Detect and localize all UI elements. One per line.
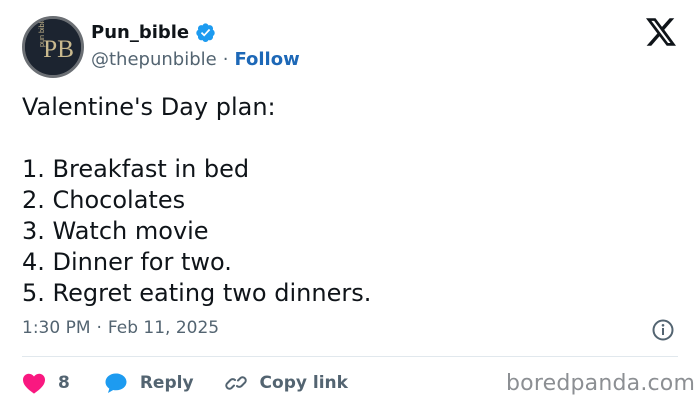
separator: · bbox=[222, 49, 229, 70]
copy-link-label: Copy link bbox=[259, 373, 348, 393]
reply-label: Reply bbox=[139, 373, 194, 393]
reply-button[interactable]: Reply bbox=[104, 372, 194, 394]
list-item: 3. Watch movie bbox=[22, 217, 209, 245]
tweet-time: 1:30 PM bbox=[22, 318, 91, 338]
name-row: Pun_bible bbox=[91, 22, 216, 43]
list-item: 5. Regret eating two dinners. bbox=[22, 279, 372, 307]
link-icon bbox=[224, 376, 247, 390]
x-logo-icon[interactable] bbox=[646, 18, 676, 46]
avatar[interactable]: pun bible PB bbox=[22, 16, 84, 78]
reply-bubble-icon bbox=[105, 373, 127, 393]
handle-row: @thepunbible · Follow bbox=[91, 49, 300, 70]
tweet-text: Valentine's Day plan: 1. Breakfast in be… bbox=[22, 92, 672, 309]
timestamp[interactable]: 1:30 PM · Feb 11, 2025 bbox=[22, 318, 219, 338]
tweet-card: pun bible PB Pun_bible @thepunbible · Fo… bbox=[0, 0, 700, 410]
like-button[interactable]: 8 bbox=[22, 372, 70, 394]
avatar-logo: pun bible PB bbox=[25, 19, 81, 75]
display-name[interactable]: Pun_bible bbox=[91, 22, 189, 43]
date-separator: · bbox=[96, 318, 102, 338]
divider bbox=[22, 356, 678, 357]
action-bar: 8 Reply Copy link bbox=[22, 368, 348, 398]
heart-icon bbox=[23, 373, 45, 394]
like-count: 8 bbox=[58, 373, 70, 393]
avatar-text: PB bbox=[43, 35, 74, 63]
list-item: 2. Chocolates bbox=[22, 186, 186, 214]
verified-badge-icon bbox=[196, 23, 215, 43]
list-item: 4. Dinner for two. bbox=[22, 248, 232, 276]
follow-button[interactable]: Follow bbox=[234, 49, 299, 70]
copy-link-button[interactable]: Copy link bbox=[224, 371, 348, 395]
handle[interactable]: @thepunbible bbox=[91, 49, 217, 70]
watermark: boredpanda.com bbox=[506, 371, 696, 396]
tweet-date: Feb 11, 2025 bbox=[107, 318, 220, 338]
info-icon[interactable] bbox=[651, 318, 675, 342]
tweet-intro: Valentine's Day plan: bbox=[22, 93, 276, 121]
list-item: 1. Breakfast in bed bbox=[22, 155, 250, 183]
